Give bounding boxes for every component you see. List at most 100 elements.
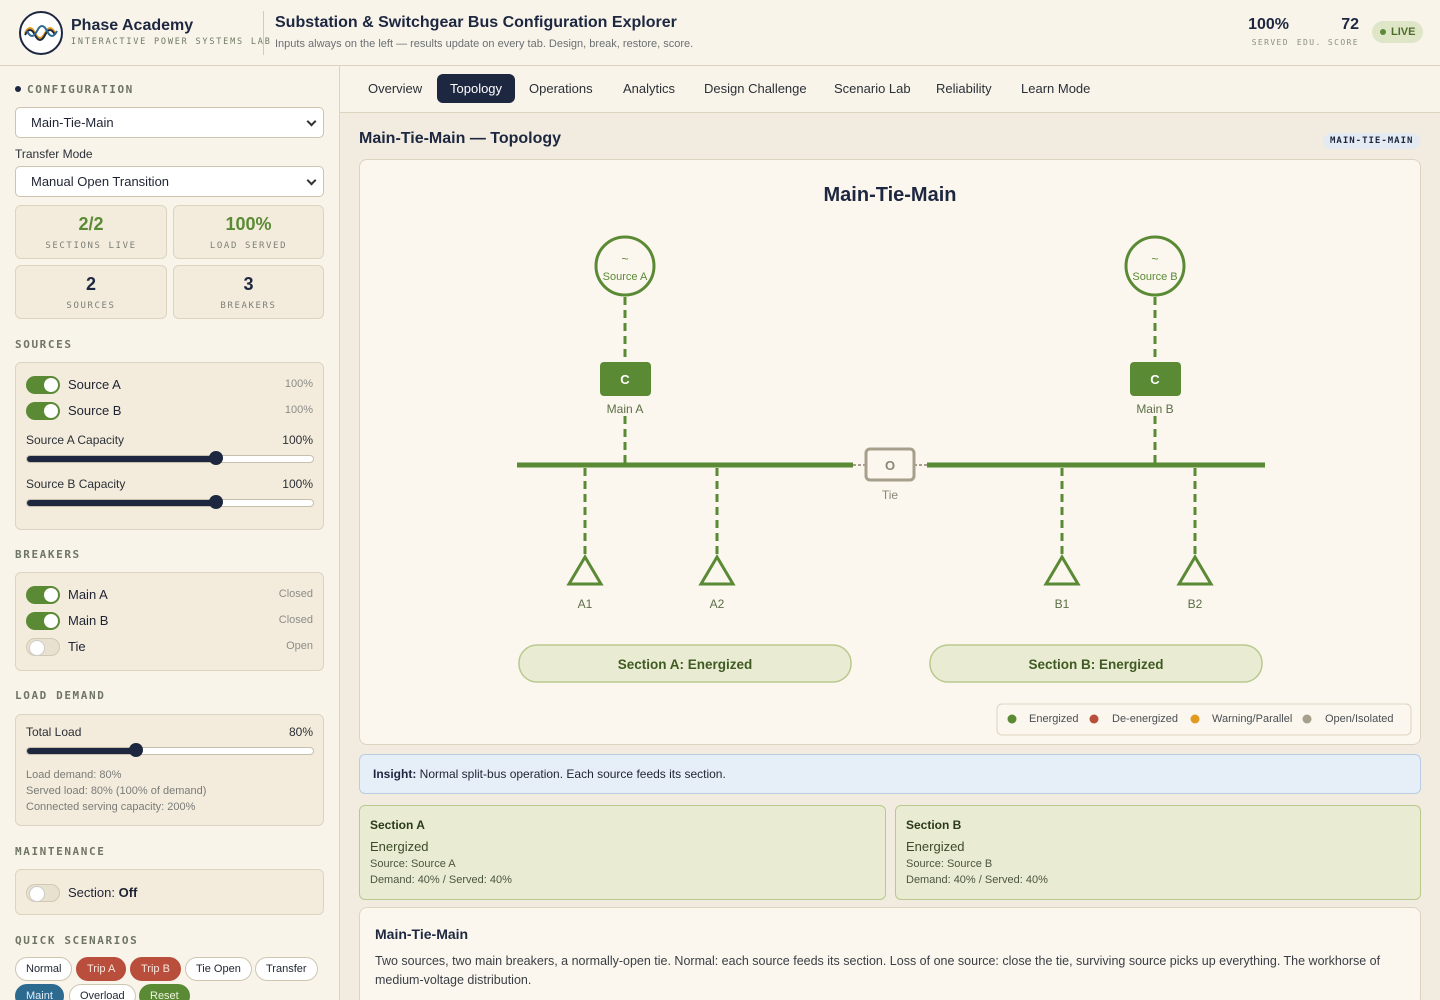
serving-capacity-line: Connected serving capacity: 200% <box>26 801 196 813</box>
inputs-sidebar: CONFIGURATION Main-Tie-Main Transfer Mod… <box>0 66 340 1000</box>
slider-fill <box>27 500 216 506</box>
load-demand-panel: Total Load 80% Load demand: 80% Served l… <box>15 714 324 826</box>
source-b-capacity-label: Source B Capacity 100% <box>26 477 313 491</box>
tab-reliability[interactable]: Reliability <box>923 74 1005 103</box>
maintenance-label: Section: Off <box>68 885 137 900</box>
brand-name: Phase Academy <box>71 17 194 34</box>
source-b-symbol: ~ <box>1151 252 1158 266</box>
main-b-toggle[interactable] <box>26 612 60 630</box>
tab-topology[interactable]: Topology <box>437 74 516 103</box>
slider-label: Total Load <box>26 725 82 739</box>
tab-design-challenge[interactable]: Design Challenge <box>691 74 820 103</box>
scenario-reset-button[interactable]: Reset <box>139 984 190 1000</box>
source-a-value: 100% <box>284 378 313 390</box>
source-a-row: Source A 100% <box>26 375 313 395</box>
transfer-mode-select[interactable]: Manual Open Transition <box>15 166 324 197</box>
metric-label: BREAKERS <box>220 301 277 311</box>
maintenance-prefix: Section: <box>68 885 115 900</box>
configuration-select-value: Main-Tie-Main <box>31 115 114 130</box>
source-a-capacity-slider[interactable] <box>26 451 314 465</box>
maintenance-value: Off <box>118 885 138 900</box>
scenario-normal-button[interactable]: Normal <box>15 957 73 981</box>
load-served-metric: 100% LOAD SERVED <box>173 205 324 259</box>
metric-value: 3 <box>243 274 254 294</box>
configuration-select[interactable]: Main-Tie-Main <box>15 107 324 138</box>
section-card-status: Energized <box>370 839 429 854</box>
total-load-slider[interactable] <box>26 743 314 757</box>
load-b2-icon[interactable] <box>1176 554 1214 586</box>
section-card-source: Source: Source B <box>906 858 993 870</box>
section-b-card: Section B Energized Source: Source B Dem… <box>895 805 1421 900</box>
page-title: Main-Tie-Main — Topology <box>359 130 562 147</box>
metric-label: SOURCES <box>66 301 116 311</box>
chevron-down-icon <box>306 175 317 186</box>
slider-fill <box>27 748 136 754</box>
slider-value: 100% <box>282 477 313 491</box>
header-divider <box>263 11 264 55</box>
tab-learn-mode[interactable]: Learn Mode <box>1008 74 1103 103</box>
served-value: 100% <box>1248 16 1289 33</box>
source-a-node[interactable] <box>594 235 656 297</box>
section-b-status-text: Section B: Energized <box>1028 657 1163 672</box>
main-a-breaker-symbol: C <box>620 372 630 387</box>
configuration-heading: CONFIGURATION <box>15 83 134 96</box>
scenario-transfer-button[interactable]: Transfer <box>255 957 318 981</box>
maintenance-toggle[interactable] <box>26 884 60 902</box>
phase-academy-logo-icon <box>19 11 63 55</box>
load-b1-icon[interactable] <box>1043 554 1081 586</box>
source-b-label: Source B <box>1132 271 1177 283</box>
metric-label: LOAD SERVED <box>209 241 288 251</box>
main-b-breaker-symbol: C <box>1150 372 1160 387</box>
slider-value: 80% <box>288 725 313 739</box>
app-subtitle: Inputs always on the left — results upda… <box>275 38 694 50</box>
tab-analytics[interactable]: Analytics <box>610 74 688 103</box>
slider-handle[interactable] <box>208 495 223 509</box>
source-b-toggle[interactable] <box>26 402 60 420</box>
metric-value: 100% <box>225 214 272 234</box>
section-a-status-text: Section A: Energized <box>618 657 753 672</box>
topology-diagram-card: Main-Tie-Main ~ Source A C Main A ~ Sour… <box>359 159 1421 745</box>
load-demand-heading: LOAD DEMAND <box>15 689 106 702</box>
tab-scenario-lab[interactable]: Scenario Lab <box>821 74 924 103</box>
scenario-trip-a-button[interactable]: Trip A <box>76 957 127 981</box>
load-a2-label: A2 <box>710 597 725 611</box>
slider-value: 100% <box>282 433 313 447</box>
section-card-title: Section A <box>370 818 425 832</box>
load-a2-icon[interactable] <box>698 554 736 586</box>
load-a1-icon[interactable] <box>566 554 604 586</box>
transfer-mode-select-value: Manual Open Transition <box>31 174 170 189</box>
main-b-row: Main B Closed <box>26 611 313 631</box>
slider-label: Source B Capacity <box>26 477 126 491</box>
one-line-diagram: Main-Tie-Main ~ Source A C Main A ~ Sour… <box>517 184 1412 736</box>
legend-open-swatch <box>1302 714 1312 724</box>
main-a-toggle[interactable] <box>26 586 60 604</box>
section-card-title: Section B <box>906 818 962 832</box>
scenario-tie-open-button[interactable]: Tie Open <box>185 957 252 981</box>
tab-overview[interactable]: Overview <box>355 74 435 103</box>
slider-handle[interactable] <box>128 743 143 757</box>
source-b-value: 100% <box>284 404 313 416</box>
tie-toggle[interactable] <box>26 638 60 656</box>
slider-handle[interactable] <box>208 451 223 465</box>
maintenance-panel: Section: Off <box>15 869 324 915</box>
insight-text: Normal split-bus operation. Each source … <box>419 767 726 781</box>
description-text: Two sources, two main breakers, a normal… <box>375 954 1381 987</box>
source-b-capacity-slider[interactable] <box>26 495 314 509</box>
source-a-toggle[interactable] <box>26 376 60 394</box>
source-b-node[interactable] <box>1124 235 1186 297</box>
scenario-trip-b-button[interactable]: Trip B <box>130 957 181 981</box>
metric-label: SECTIONS LIVE <box>45 241 137 251</box>
legend-de-energized-swatch <box>1089 714 1099 724</box>
legend-energized-swatch <box>1007 714 1017 724</box>
main-b-breaker-label: Main B <box>1136 402 1173 416</box>
load-a1-label: A1 <box>578 597 593 611</box>
legend-de-energized-label: De-energized <box>1112 713 1178 725</box>
section-a-card: Section A Energized Source: Source A Dem… <box>359 805 886 900</box>
served-stat: 100% SERVED <box>1248 16 1289 47</box>
score-value: 72 <box>1341 16 1359 33</box>
breakers-panel: Main A Closed Main B Closed Tie Open <box>15 572 324 671</box>
scenario-overload-button[interactable]: Overload <box>69 984 136 1000</box>
main-a-label: Main A <box>68 587 108 602</box>
scenario-maint-button[interactable]: Maint <box>15 984 64 1000</box>
tab-operations[interactable]: Operations <box>516 74 606 103</box>
